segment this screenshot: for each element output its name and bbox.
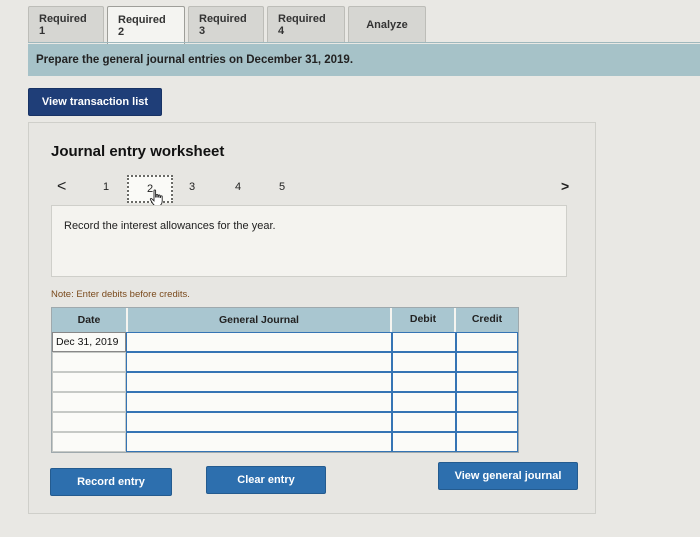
column-header-credit: Credit — [456, 308, 518, 332]
debit-input[interactable] — [392, 392, 456, 412]
instruction-box: Record the interest allowances for the y… — [51, 205, 567, 277]
debit-input[interactable] — [392, 432, 456, 452]
tab-required-3[interactable]: Required 3 — [188, 6, 264, 42]
tab-required-2[interactable]: Required 2 — [107, 6, 185, 44]
page-1-button[interactable]: 1 — [103, 181, 109, 193]
debit-credit-note: Note: Enter debits before credits. — [51, 289, 190, 300]
debit-input[interactable] — [392, 372, 456, 392]
table-row — [52, 352, 518, 372]
date-cell[interactable] — [52, 352, 126, 372]
date-cell[interactable] — [52, 372, 126, 392]
table-row — [52, 372, 518, 392]
worksheet-title: Journal entry worksheet — [51, 143, 225, 160]
instruction-text: Record the interest allowances for the y… — [64, 220, 276, 232]
tab-required-1[interactable]: Required 1 — [28, 6, 104, 42]
date-cell[interactable]: Dec 31, 2019 — [52, 332, 126, 352]
clear-entry-button[interactable]: Clear entry — [206, 466, 326, 494]
account-input[interactable] — [126, 352, 392, 372]
page-4-button[interactable]: 4 — [235, 181, 241, 193]
credit-input[interactable] — [456, 412, 518, 432]
page-3-button[interactable]: 3 — [189, 181, 195, 193]
tab-analyze[interactable]: Analyze — [348, 6, 426, 42]
debit-input[interactable] — [392, 332, 456, 352]
tab-required-4[interactable]: Required 4 — [267, 6, 345, 42]
debit-input[interactable] — [392, 352, 456, 372]
account-input[interactable] — [126, 392, 392, 412]
account-input[interactable] — [126, 372, 392, 392]
date-cell[interactable] — [52, 412, 126, 432]
journal-entry-worksheet-panel: Journal entry worksheet < 1 2 3 4 5 > Re… — [28, 122, 596, 514]
worksheet-pager: < 1 2 3 4 5 > — [51, 175, 581, 203]
column-header-general-journal: General Journal — [128, 308, 390, 332]
table-row — [52, 412, 518, 432]
credit-input[interactable] — [456, 332, 518, 352]
column-header-debit: Debit — [392, 308, 454, 332]
account-input[interactable] — [126, 332, 392, 352]
record-entry-button[interactable]: Record entry — [50, 468, 172, 496]
view-general-journal-button[interactable]: View general journal — [438, 462, 578, 490]
column-header-date: Date — [52, 308, 126, 332]
instruction-banner: Prepare the general journal entries on D… — [28, 44, 700, 76]
credit-input[interactable] — [456, 372, 518, 392]
credit-input[interactable] — [456, 352, 518, 372]
date-cell[interactable] — [52, 432, 126, 452]
credit-input[interactable] — [456, 392, 518, 412]
table-row — [52, 432, 518, 452]
table-row — [52, 392, 518, 412]
prev-page-button[interactable]: < — [57, 178, 66, 196]
table-row: Dec 31, 2019 — [52, 332, 518, 352]
tab-bar: Required 1 Required 2 Required 3 Require… — [28, 6, 426, 44]
account-input[interactable] — [126, 432, 392, 452]
account-input[interactable] — [126, 412, 392, 432]
next-page-button[interactable]: > — [561, 178, 569, 194]
debit-input[interactable] — [392, 412, 456, 432]
general-journal-table: Date General Journal Debit Credit Dec 31… — [51, 307, 519, 453]
date-cell[interactable] — [52, 392, 126, 412]
page-5-button[interactable]: 5 — [279, 181, 285, 193]
credit-input[interactable] — [456, 432, 518, 452]
tab-divider — [28, 42, 700, 43]
view-transaction-list-button[interactable]: View transaction list — [28, 88, 162, 116]
